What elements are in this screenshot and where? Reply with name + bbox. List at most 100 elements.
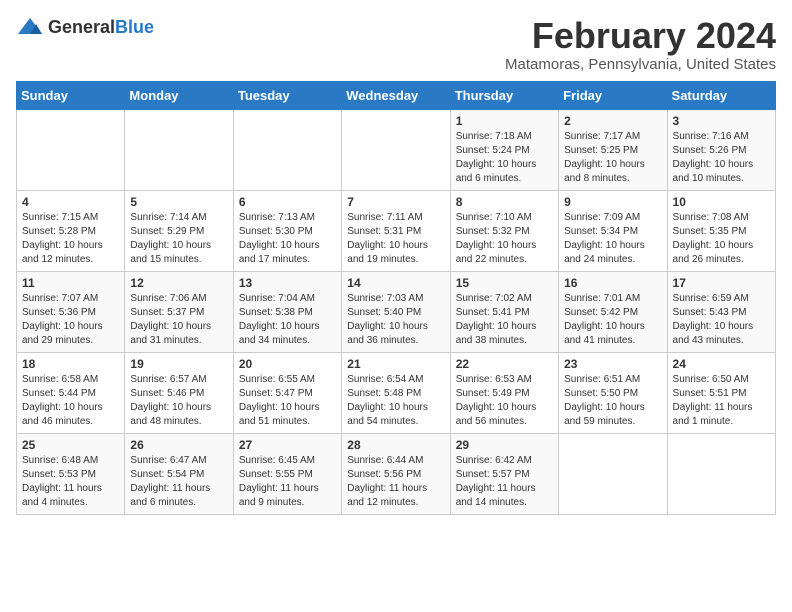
day-info: Sunrise: 7:07 AMSunset: 5:36 PMDaylight:…: [22, 292, 119, 348]
calendar-cell: 5Sunrise: 7:14 AMSunset: 5:29 PMDaylight…: [125, 190, 233, 271]
day-info: Sunrise: 7:04 AMSunset: 5:38 PMDaylight:…: [239, 292, 336, 348]
day-info: Sunrise: 7:15 AMSunset: 5:28 PMDaylight:…: [22, 211, 119, 267]
calendar-cell: 17 Sunrise: 6:59 AMSunset: 5:43 PMDayligh…: [667, 271, 775, 352]
calendar-cell: [125, 109, 233, 190]
day-header-wednesday: Wednesday: [342, 81, 450, 109]
day-number: 21: [347, 357, 444, 371]
day-info: Sunrise: 7:17 AMSunset: 5:25 PMDaylight:…: [564, 130, 661, 186]
day-info: Sunrise: 7:03 AMSunset: 5:40 PMDaylight:…: [347, 292, 444, 348]
day-number: 4: [22, 195, 119, 209]
day-info: Sunrise: 6:58 AMSunset: 5:44 PMDaylight:…: [22, 373, 119, 429]
calendar-cell: [559, 433, 667, 514]
calendar-cell: 19 Sunrise: 6:57 AMSunset: 5:46 PMDayligh…: [125, 352, 233, 433]
calendar-cell: 9 Sunrise: 7:09 AMSunset: 5:34 PMDaylight…: [559, 190, 667, 271]
day-info: Sunrise: 7:02 AMSunset: 5:41 PMDaylight:…: [456, 292, 553, 348]
day-info: Sunrise: 6:55 AMSunset: 5:47 PMDaylight:…: [239, 373, 336, 429]
calendar-cell: 3 Sunrise: 7:16 AMSunset: 5:26 PMDaylight…: [667, 109, 775, 190]
day-info: Sunrise: 7:06 AMSunset: 5:37 PMDaylight:…: [130, 292, 227, 348]
calendar-cell: 15 Sunrise: 7:02 AMSunset: 5:41 PMDayligh…: [450, 271, 558, 352]
day-info: Sunrise: 6:53 AMSunset: 5:49 PMDaylight:…: [456, 373, 553, 429]
day-header-thursday: Thursday: [450, 81, 558, 109]
calendar-cell: 23Sunrise: 6:51 AMSunset: 5:50 PMDayligh…: [559, 352, 667, 433]
day-number: 10: [673, 195, 770, 209]
day-info: Sunrise: 7:08 AMSunset: 5:35 PMDaylight:…: [673, 211, 770, 267]
day-number: 22: [456, 357, 553, 371]
calendar-cell: 29Sunrise: 6:42 AMSunset: 5:57 PMDayligh…: [450, 433, 558, 514]
calendar-cell: 6Sunrise: 7:13 AMSunset: 5:30 PMDaylight…: [233, 190, 341, 271]
calendar-cell: 13 Sunrise: 7:04 AMSunset: 5:38 PMDayligh…: [233, 271, 341, 352]
day-number: 7: [347, 195, 444, 209]
day-number: 28: [347, 438, 444, 452]
day-header-tuesday: Tuesday: [233, 81, 341, 109]
day-number: 3: [673, 114, 770, 128]
calendar-cell: 7 Sunrise: 7:11 AMSunset: 5:31 PMDaylight…: [342, 190, 450, 271]
calendar-cell: 21 Sunrise: 6:54 AMSunset: 5:48 PMDayligh…: [342, 352, 450, 433]
day-info: Sunrise: 6:57 AMSunset: 5:46 PMDaylight:…: [130, 373, 227, 429]
day-number: 16: [564, 276, 661, 290]
calendar-week-1: 1 Sunrise: 7:18 AMSunset: 5:24 PMDaylight…: [17, 109, 776, 190]
day-number: 1: [456, 114, 553, 128]
calendar-cell: [342, 109, 450, 190]
calendar-cell: 20 Sunrise: 6:55 AMSunset: 5:47 PMDayligh…: [233, 352, 341, 433]
day-header-monday: Monday: [125, 81, 233, 109]
day-info: Sunrise: 7:16 AMSunset: 5:26 PMDaylight:…: [673, 130, 770, 186]
day-number: 19: [130, 357, 227, 371]
day-number: 5: [130, 195, 227, 209]
header: GeneralBlue February 2024 Matamoras, Pen…: [16, 16, 776, 73]
calendar-cell: 10 Sunrise: 7:08 AMSunset: 5:35 PMDayligh…: [667, 190, 775, 271]
day-info: Sunrise: 7:10 AMSunset: 5:32 PMDaylight:…: [456, 211, 553, 267]
calendar-cell: 12Sunrise: 7:06 AMSunset: 5:37 PMDayligh…: [125, 271, 233, 352]
logo-text-general: General: [48, 17, 115, 37]
day-header-friday: Friday: [559, 81, 667, 109]
calendar-week-2: 4 Sunrise: 7:15 AMSunset: 5:28 PMDaylight…: [17, 190, 776, 271]
logo-text-blue: Blue: [115, 17, 154, 37]
calendar-week-5: 25Sunrise: 6:48 AMSunset: 5:53 PMDayligh…: [17, 433, 776, 514]
day-number: 6: [239, 195, 336, 209]
day-info: Sunrise: 6:42 AMSunset: 5:57 PMDaylight:…: [456, 454, 553, 510]
day-header-saturday: Saturday: [667, 81, 775, 109]
calendar-cell: 14 Sunrise: 7:03 AMSunset: 5:40 PMDayligh…: [342, 271, 450, 352]
day-info: Sunrise: 7:11 AMSunset: 5:31 PMDaylight:…: [347, 211, 444, 267]
calendar-week-4: 18 Sunrise: 6:58 AMSunset: 5:44 PMDayligh…: [17, 352, 776, 433]
calendar-cell: 26Sunrise: 6:47 AMSunset: 5:54 PMDayligh…: [125, 433, 233, 514]
calendar-body: 1 Sunrise: 7:18 AMSunset: 5:24 PMDaylight…: [17, 109, 776, 514]
calendar-cell: 22 Sunrise: 6:53 AMSunset: 5:49 PMDayligh…: [450, 352, 558, 433]
calendar-header-row: SundayMondayTuesdayWednesdayThursdayFrid…: [17, 81, 776, 109]
day-number: 17: [673, 276, 770, 290]
calendar-cell: 16 Sunrise: 7:01 AMSunset: 5:42 PMDayligh…: [559, 271, 667, 352]
calendar-cell: 27Sunrise: 6:45 AMSunset: 5:55 PMDayligh…: [233, 433, 341, 514]
day-number: 20: [239, 357, 336, 371]
title-area: February 2024 Matamoras, Pennsylvania, U…: [505, 16, 776, 73]
day-number: 11: [22, 276, 119, 290]
day-info: Sunrise: 7:01 AMSunset: 5:42 PMDaylight:…: [564, 292, 661, 348]
calendar-cell: [17, 109, 125, 190]
day-info: Sunrise: 7:09 AMSunset: 5:34 PMDaylight:…: [564, 211, 661, 267]
day-info: Sunrise: 6:44 AMSunset: 5:56 PMDaylight:…: [347, 454, 444, 510]
calendar-title: February 2024: [505, 16, 776, 56]
calendar-subtitle: Matamoras, Pennsylvania, United States: [505, 56, 776, 73]
calendar-cell: [233, 109, 341, 190]
day-info: Sunrise: 6:51 AMSunset: 5:50 PMDaylight:…: [564, 373, 661, 429]
day-info: Sunrise: 6:48 AMSunset: 5:53 PMDaylight:…: [22, 454, 119, 510]
day-number: 15: [456, 276, 553, 290]
calendar-cell: 8Sunrise: 7:10 AMSunset: 5:32 PMDaylight…: [450, 190, 558, 271]
calendar-cell: 4 Sunrise: 7:15 AMSunset: 5:28 PMDaylight…: [17, 190, 125, 271]
calendar-cell: 11 Sunrise: 7:07 AMSunset: 5:36 PMDayligh…: [17, 271, 125, 352]
day-number: 18: [22, 357, 119, 371]
day-number: 14: [347, 276, 444, 290]
calendar-week-3: 11 Sunrise: 7:07 AMSunset: 5:36 PMDayligh…: [17, 271, 776, 352]
calendar-cell: 28 Sunrise: 6:44 AMSunset: 5:56 PMDayligh…: [342, 433, 450, 514]
day-number: 13: [239, 276, 336, 290]
day-info: Sunrise: 6:59 AMSunset: 5:43 PMDaylight:…: [673, 292, 770, 348]
day-number: 24: [673, 357, 770, 371]
day-number: 2: [564, 114, 661, 128]
logo: GeneralBlue: [16, 16, 154, 38]
day-info: Sunrise: 7:18 AMSunset: 5:24 PMDaylight:…: [456, 130, 553, 186]
day-info: Sunrise: 6:54 AMSunset: 5:48 PMDaylight:…: [347, 373, 444, 429]
day-number: 27: [239, 438, 336, 452]
calendar-cell: 2 Sunrise: 7:17 AMSunset: 5:25 PMDaylight…: [559, 109, 667, 190]
day-number: 9: [564, 195, 661, 209]
day-number: 26: [130, 438, 227, 452]
day-header-sunday: Sunday: [17, 81, 125, 109]
day-info: Sunrise: 6:50 AMSunset: 5:51 PMDaylight:…: [673, 373, 770, 429]
